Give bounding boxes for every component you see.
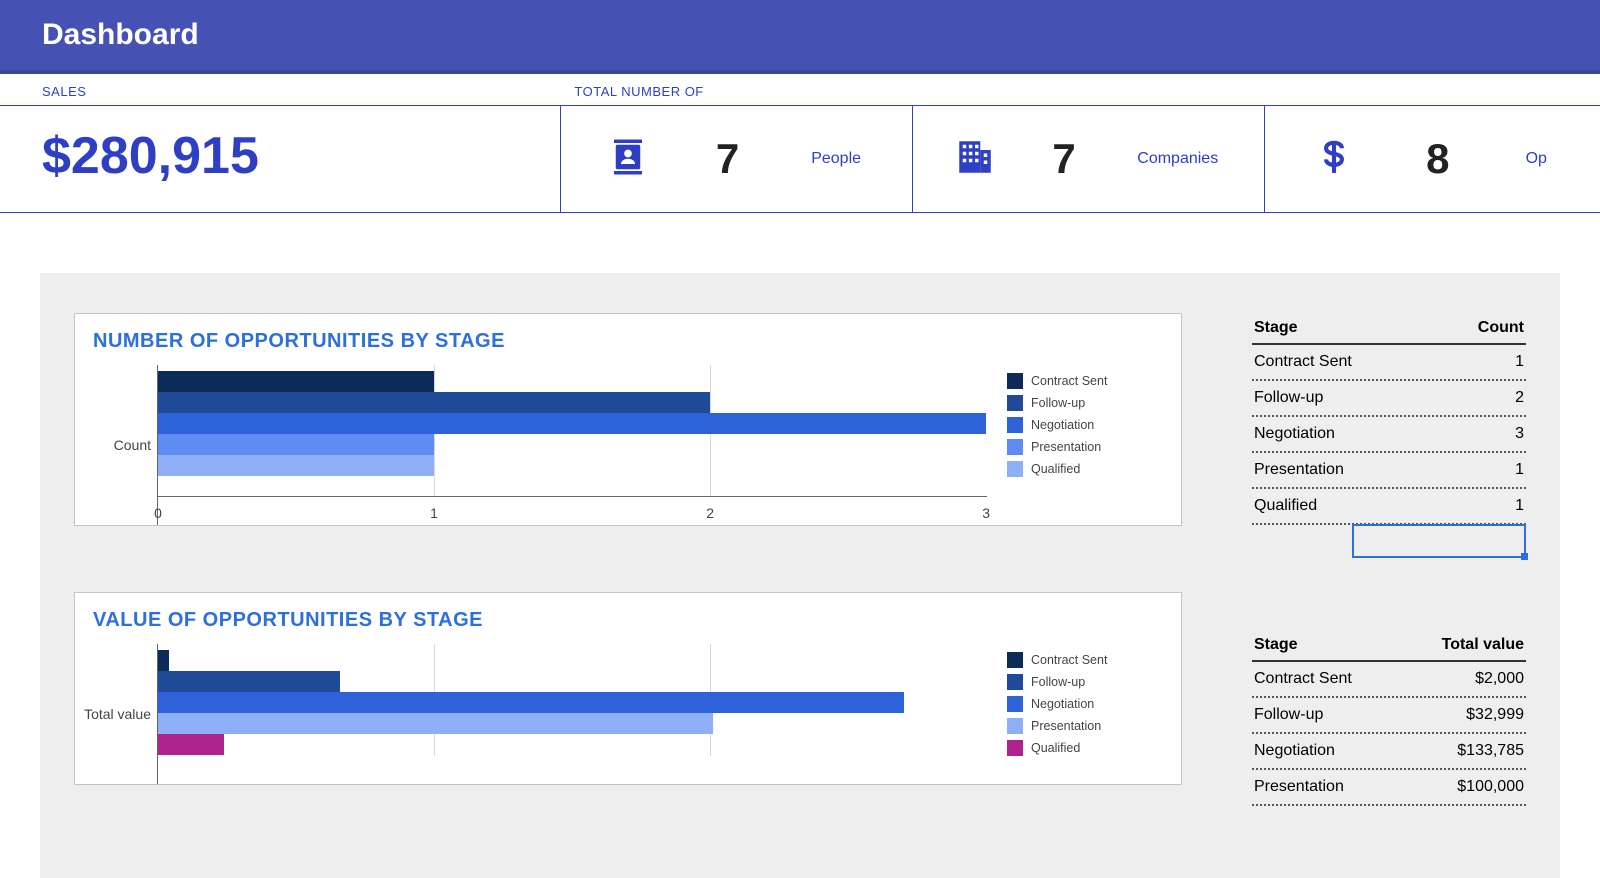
person-icon: [598, 136, 658, 183]
bar-negotiation: [158, 413, 986, 434]
bar2-presentation: [158, 713, 713, 734]
table-value-by-stage[interactable]: Stage Total value Contract Sent$2,000 Fo…: [1252, 630, 1526, 806]
table-row: Presentation$100,000: [1252, 770, 1526, 806]
chart1-legend: Contract Sent Follow-up Negotiation Pres…: [987, 365, 1181, 525]
table-row: Presentation1: [1252, 453, 1526, 489]
sales-value: $280,915: [0, 106, 560, 212]
chart2-legend: Contract Sent Follow-up Negotiation Pres…: [987, 644, 1181, 784]
chart2-title: VALUE OF OPPORTUNITIES BY STAGE: [75, 593, 1181, 644]
metric-opportunities-value: 8: [1406, 135, 1469, 183]
chart2-legend-4: Qualified: [1031, 741, 1080, 755]
table-row: Follow-up$32,999: [1252, 698, 1526, 734]
page-title: Dashboard: [42, 18, 199, 51]
dashboard-body: NUMBER OF OPPORTUNITIES BY STAGE Count 0…: [40, 273, 1560, 878]
dollar-icon: [1304, 138, 1364, 181]
chart1-xtick-2: 2: [706, 505, 714, 521]
table-row: Negotiation3: [1252, 417, 1526, 453]
chart2-legend-2: Negotiation: [1031, 697, 1094, 711]
building-icon: [945, 136, 1005, 183]
table1-head-count: Count: [1478, 319, 1524, 337]
page-header: Dashboard: [0, 0, 1600, 74]
bar2-follow-up: [158, 671, 340, 692]
table2-head-stage: Stage: [1254, 636, 1298, 654]
chart2-ylabel: Total value: [84, 706, 151, 722]
table-row: Negotiation$133,785: [1252, 734, 1526, 770]
bar2-contract-sent: [158, 650, 169, 671]
bar-follow-up: [158, 392, 710, 413]
metric-opportunities[interactable]: 8 Op: [1264, 106, 1600, 212]
table-row: Follow-up2: [1252, 381, 1526, 417]
chart1-xtick-3: 3: [982, 505, 990, 521]
bar-presentation: [158, 434, 434, 455]
bar-qualified: [158, 455, 434, 476]
metric-people-label: People: [797, 150, 875, 168]
table2-head-value: Total value: [1442, 636, 1524, 654]
chart1-legend-0: Contract Sent: [1031, 374, 1107, 388]
chart2-plot[interactable]: [157, 644, 987, 784]
metric-people[interactable]: 7 People: [560, 106, 912, 212]
chart1-legend-2: Negotiation: [1031, 418, 1094, 432]
table-row: Contract Sent$2,000: [1252, 662, 1526, 698]
table1-head-stage: Stage: [1254, 319, 1298, 337]
sales-label: SALES: [42, 84, 86, 99]
chart-opportunities-by-stage-count: NUMBER OF OPPORTUNITIES BY STAGE Count 0…: [74, 313, 1182, 526]
chart-opportunities-by-stage-value: VALUE OF OPPORTUNITIES BY STAGE Total va…: [74, 592, 1182, 785]
bar2-negotiation: [158, 692, 904, 713]
table-row: Qualified1: [1252, 489, 1526, 525]
summary-section: SALES TOTAL NUMBER OF $280,915 7 People …: [0, 74, 1600, 213]
chart1-legend-4: Qualified: [1031, 462, 1080, 476]
chart2-legend-1: Follow-up: [1031, 675, 1085, 689]
bar2-qualified: [158, 734, 224, 755]
table-row: Contract Sent1: [1252, 345, 1526, 381]
metric-companies-value: 7: [1032, 135, 1095, 183]
bar-contract-sent: [158, 371, 434, 392]
chart1-legend-1: Follow-up: [1031, 396, 1085, 410]
chart1-ylabel: Count: [114, 437, 151, 453]
chart2-legend-0: Contract Sent: [1031, 653, 1107, 667]
chart1-legend-3: Presentation: [1031, 440, 1101, 454]
total-number-label: TOTAL NUMBER OF: [574, 84, 703, 99]
chart1-xtick-0: 0: [154, 505, 162, 521]
metric-opportunities-label: Op: [1512, 150, 1561, 168]
chart2-legend-3: Presentation: [1031, 719, 1101, 733]
selected-cell[interactable]: [1352, 524, 1526, 558]
table-count-by-stage[interactable]: Stage Count Contract Sent1 Follow-up2 Ne…: [1252, 313, 1526, 558]
metric-people-value: 7: [696, 135, 759, 183]
metric-companies-label: Companies: [1123, 150, 1232, 168]
chart1-xtick-1: 1: [430, 505, 438, 521]
chart1-title: NUMBER OF OPPORTUNITIES BY STAGE: [75, 314, 1181, 365]
metric-companies[interactable]: 7 Companies: [912, 106, 1264, 212]
chart1-plot[interactable]: 0 1 2 3: [157, 365, 987, 525]
